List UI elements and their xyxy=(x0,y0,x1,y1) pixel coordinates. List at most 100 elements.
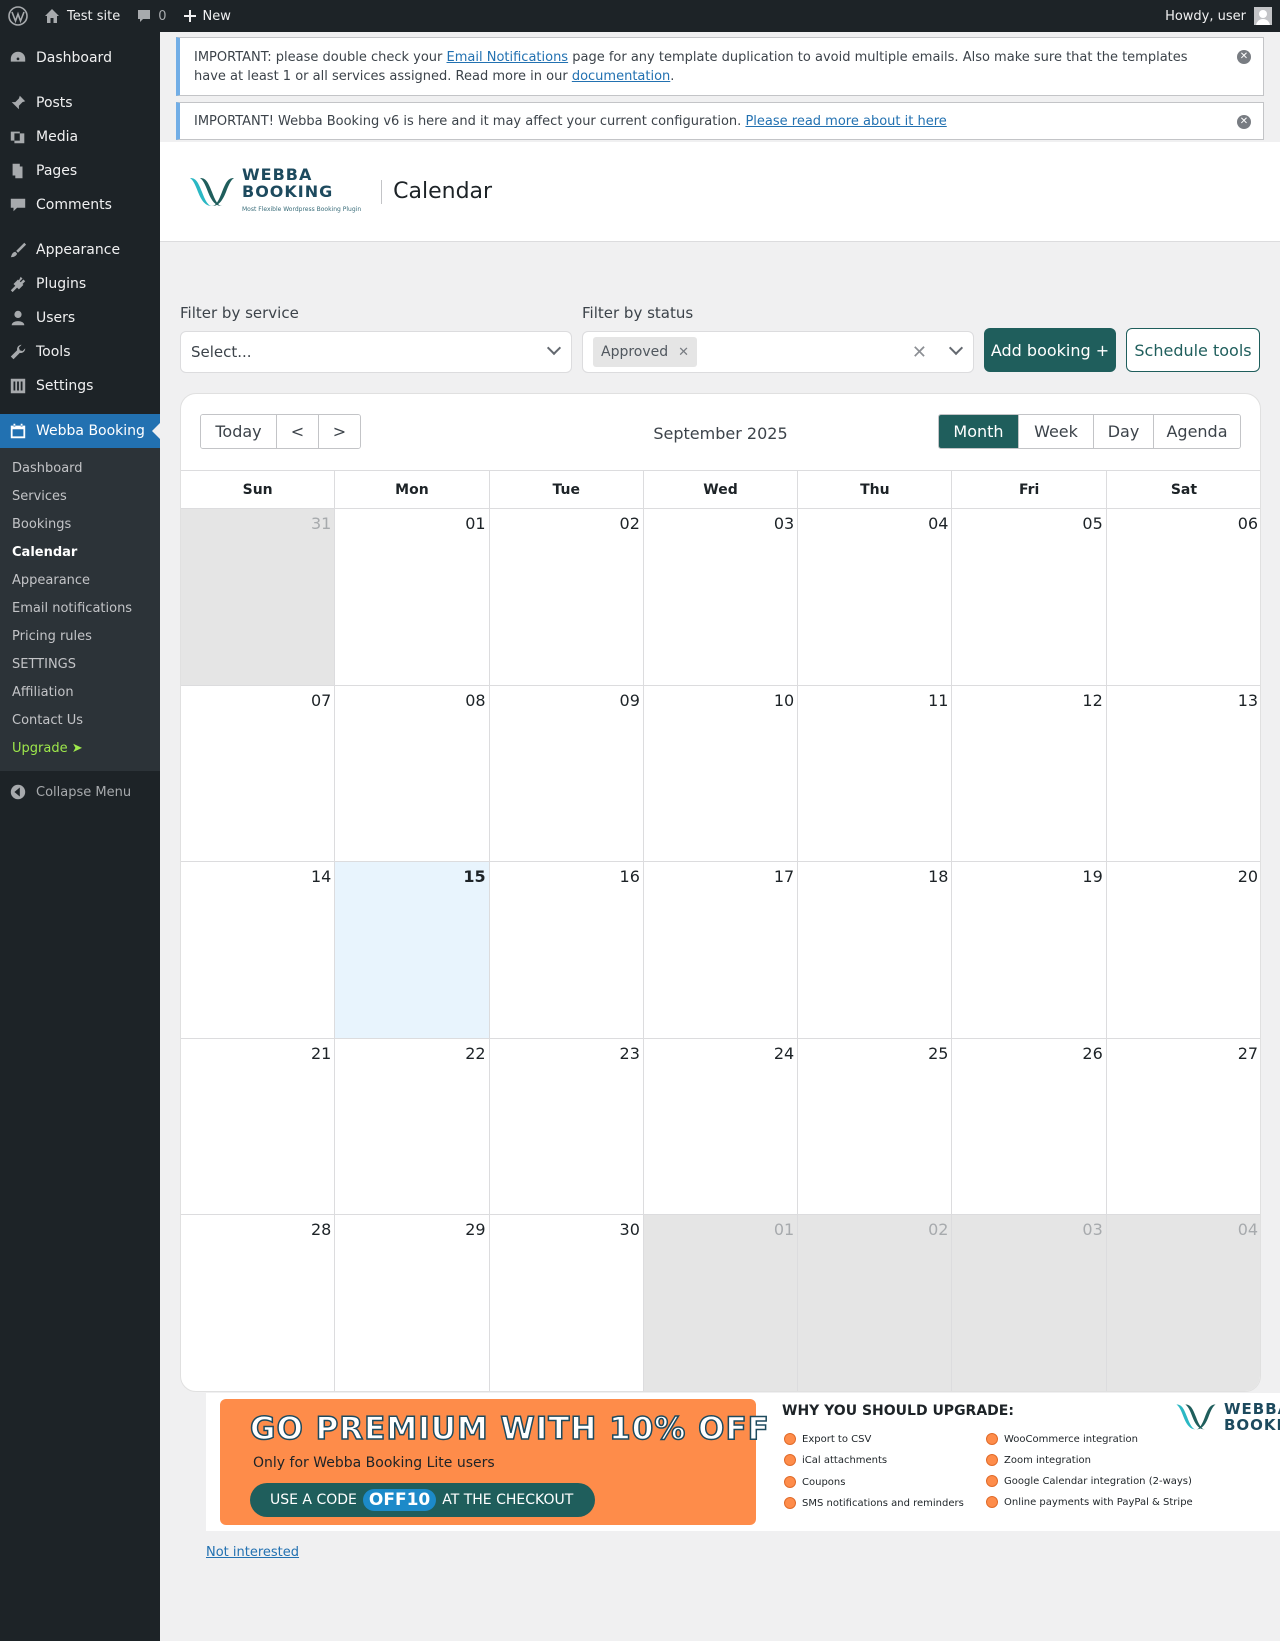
calendar-week: 31 01 02 03 04 05 06 xyxy=(181,509,1260,686)
day-cell[interactable]: 03 xyxy=(952,1215,1107,1391)
clear-icon[interactable]: ✕ xyxy=(912,342,927,363)
day-cell[interactable]: 06 xyxy=(1107,509,1260,685)
day-cell[interactable]: 29 xyxy=(335,1215,490,1391)
day-cell[interactable]: 05 xyxy=(952,509,1107,685)
day-cell[interactable]: 26 xyxy=(952,1038,1107,1215)
status-select[interactable]: Approved ✕ ✕ xyxy=(582,331,974,373)
day-cell[interactable]: 04 xyxy=(1106,1215,1260,1391)
today-button[interactable]: Today xyxy=(201,415,277,448)
day-cell[interactable]: 24 xyxy=(644,1038,799,1215)
day-cell[interactable]: 20 xyxy=(1107,862,1260,1038)
menu-media[interactable]: Media xyxy=(0,120,160,154)
view-day-button[interactable]: Day xyxy=(1094,415,1154,448)
wordpress-logo-icon[interactable] xyxy=(0,0,36,32)
prev-button[interactable]: < xyxy=(277,415,319,448)
promo-logo-line1: WEBBA xyxy=(1224,1400,1280,1418)
day-cell[interactable]: 03 xyxy=(644,509,799,685)
chevron-down-icon[interactable] xyxy=(948,340,964,356)
schedule-tools-button[interactable]: Schedule tools xyxy=(1126,328,1260,372)
feature-label: Export to CSV xyxy=(802,1433,872,1445)
submenu-upgrade[interactable]: Upgrade ➤ xyxy=(0,735,160,763)
day-cell[interactable]: 30 xyxy=(490,1215,644,1391)
menu-dashboard[interactable]: Dashboard xyxy=(0,41,160,75)
account-menu[interactable]: Howdy, user xyxy=(1157,0,1280,32)
remove-chip-icon[interactable]: ✕ xyxy=(678,345,689,360)
menu-appearance[interactable]: Appearance xyxy=(0,233,160,267)
day-cell[interactable]: 12 xyxy=(952,685,1107,862)
submenu-pricing-rules[interactable]: Pricing rules xyxy=(0,623,160,651)
webba-logo-icon xyxy=(188,174,236,210)
view-agenda-button[interactable]: Agenda xyxy=(1154,415,1240,448)
day-cell[interactable]: 02 xyxy=(490,509,644,685)
day-cell[interactable]: 09 xyxy=(490,685,644,862)
day-cell[interactable]: 02 xyxy=(798,1215,953,1391)
day-cell[interactable]: 27 xyxy=(1107,1039,1260,1215)
submenu-email-notifications[interactable]: Email notifications xyxy=(0,595,160,623)
calendar-nav-group: Today < > xyxy=(200,414,361,449)
feature-label: SMS notifications and reminders xyxy=(802,1497,964,1509)
day-cell[interactable]: 23 xyxy=(490,1038,644,1215)
site-name: Test site xyxy=(67,8,121,24)
weekday-label: Sat xyxy=(1170,482,1198,498)
day-cell[interactable]: 19 xyxy=(952,862,1107,1038)
premium-promo-banner[interactable]: GO PREMIUM WITH 10% OFF Only for Webba B… xyxy=(206,1393,1280,1531)
webba-logo-icon xyxy=(1176,1404,1216,1430)
submenu-appearance[interactable]: Appearance xyxy=(0,567,160,595)
day-cell[interactable]: 25 xyxy=(798,1038,953,1215)
day-cell[interactable]: 17 xyxy=(644,862,799,1038)
dismiss-icon[interactable]: ✕ xyxy=(1237,50,1251,64)
menu-plugins[interactable]: Plugins xyxy=(0,267,160,301)
email-notifications-link[interactable]: Email Notifications xyxy=(447,50,569,65)
day-cell[interactable]: 14 xyxy=(181,862,336,1038)
submenu-services[interactable]: Services xyxy=(0,483,160,511)
day-cell[interactable]: 13 xyxy=(1107,686,1260,862)
day-cell[interactable]: 07 xyxy=(181,685,336,862)
next-button[interactable]: > xyxy=(319,415,360,448)
site-name-link[interactable]: Test site xyxy=(36,0,128,32)
submenu-bookings[interactable]: Bookings xyxy=(0,511,160,539)
menu-webba-booking[interactable]: Webba Booking xyxy=(0,414,160,448)
submenu-contact-us[interactable]: Contact Us xyxy=(0,707,160,735)
day-cell[interactable]: 08 xyxy=(335,685,490,862)
new-content-link[interactable]: New xyxy=(175,0,239,32)
day-cell[interactable]: 28 xyxy=(181,1215,336,1391)
day-cell[interactable]: 16 xyxy=(490,862,644,1038)
add-booking-button[interactable]: Add booking + xyxy=(984,328,1116,372)
menu-pages[interactable]: Pages xyxy=(0,154,160,188)
day-cell[interactable]: 04 xyxy=(798,509,953,685)
menu-label: Pages xyxy=(36,163,78,179)
view-week-button[interactable]: Week xyxy=(1019,415,1094,448)
menu-tools[interactable]: Tools xyxy=(0,335,160,369)
read-more-link[interactable]: Please read more about it here xyxy=(745,114,946,129)
not-interested-link[interactable]: Not interested xyxy=(206,1545,299,1560)
day-cell[interactable]: 01 xyxy=(643,1215,799,1391)
day-cell[interactable]: 10 xyxy=(644,685,799,862)
menu-comments[interactable]: Comments xyxy=(0,188,160,222)
menu-posts[interactable]: Posts xyxy=(0,86,160,120)
day-cell[interactable]: 01 xyxy=(335,509,490,685)
dismiss-icon[interactable]: ✕ xyxy=(1237,115,1251,129)
dashboard-icon xyxy=(8,48,28,68)
service-select[interactable]: Select... xyxy=(180,331,572,373)
collapse-menu-button[interactable]: Collapse Menu xyxy=(0,775,160,809)
view-month-button[interactable]: Month xyxy=(939,415,1019,448)
submenu-affiliation[interactable]: Affiliation xyxy=(0,679,160,707)
submenu-dashboard[interactable]: Dashboard xyxy=(0,455,160,483)
day-cell[interactable]: 18 xyxy=(798,862,953,1038)
documentation-link[interactable]: documentation xyxy=(572,69,670,84)
day-cell[interactable]: 21 xyxy=(181,1038,336,1215)
feature-label: WooCommerce integration xyxy=(1004,1433,1138,1445)
menu-settings[interactable]: Settings xyxy=(0,369,160,403)
comments-link[interactable]: 0 xyxy=(128,0,174,32)
feature-item: Coupons xyxy=(784,1476,845,1488)
menu-users[interactable]: Users xyxy=(0,301,160,335)
submenu-calendar[interactable]: Calendar xyxy=(0,539,160,567)
day-cell[interactable]: 31 xyxy=(181,509,336,685)
submenu-settings[interactable]: SETTINGS xyxy=(0,651,160,679)
calendar-icon xyxy=(8,421,28,441)
day-cell[interactable]: 11 xyxy=(798,685,953,862)
notice-text: IMPORTANT! Webba Booking v6 is here and … xyxy=(194,114,947,129)
day-cell-today[interactable]: 15 xyxy=(335,862,490,1038)
day-cell[interactable]: 22 xyxy=(335,1038,490,1215)
chevron-down-icon[interactable] xyxy=(546,340,562,356)
